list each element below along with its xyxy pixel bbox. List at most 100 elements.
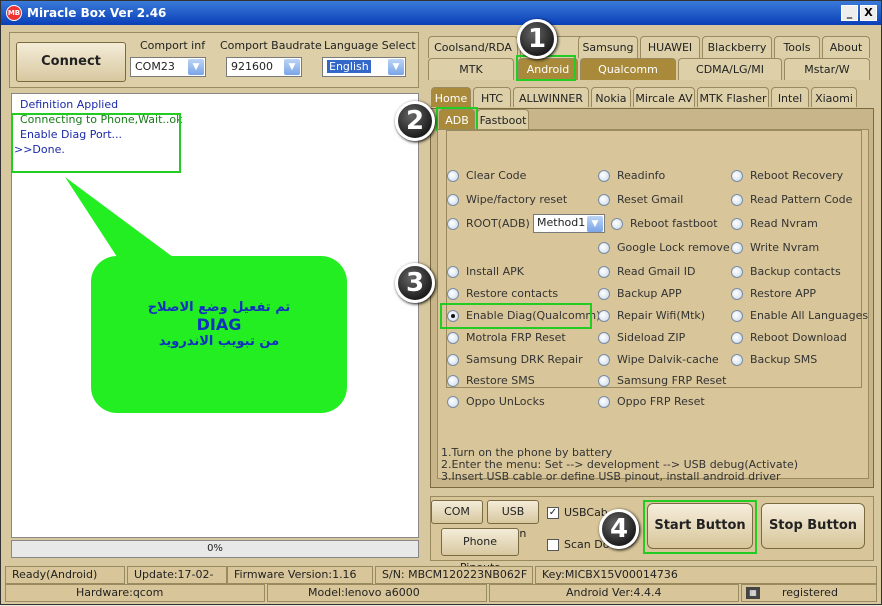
radio-icon — [598, 170, 610, 182]
tab-mtk[interactable]: MTK — [428, 58, 514, 80]
option-label: Repair Wifi(Mtk) — [617, 309, 706, 322]
tab-tools[interactable]: Tools — [774, 36, 820, 58]
status-hardware: Hardware:qcom — [5, 584, 265, 602]
option-enable-languages[interactable]: Enable All Languages — [731, 309, 868, 322]
radio-icon — [731, 266, 743, 278]
option-label: ROOT(ADB) — [466, 217, 530, 230]
status-state: Ready(Android) — [5, 566, 125, 584]
radio-icon — [447, 266, 459, 278]
usb-cable-checkbox[interactable]: ✓ — [547, 507, 559, 519]
option-backup-app[interactable]: Backup APP — [598, 287, 682, 300]
option-samsung-frp[interactable]: Samsung FRP Reset — [598, 374, 726, 387]
radio-icon — [731, 354, 743, 366]
option-wipe-factory[interactable]: Wipe/factory reset — [447, 193, 567, 206]
tab-allwinner[interactable]: ALLWINNER — [513, 87, 589, 107]
callout-line1: تم تفعيل وضع الاصلاح — [147, 300, 291, 315]
option-clear-code[interactable]: Clear Code — [447, 169, 526, 182]
tab-blackberry[interactable]: Blackberry — [702, 36, 772, 58]
radio-icon — [447, 288, 459, 300]
option-label: Reboot Recovery — [750, 169, 844, 182]
radio-icon — [598, 266, 610, 278]
tab-mstar[interactable]: Mstar/W — [784, 58, 870, 80]
option-label: Backup contacts — [750, 265, 841, 278]
radio-icon — [611, 218, 623, 230]
radio-icon — [447, 396, 459, 408]
option-google-lock[interactable]: Google Lock remove — [598, 241, 730, 254]
radio-icon — [447, 218, 459, 230]
option-root-adb[interactable]: ROOT(ADB) — [447, 217, 530, 230]
tab-mtk-flasher[interactable]: MTK Flasher — [697, 87, 769, 107]
radio-icon — [731, 218, 743, 230]
scan-checkbox[interactable] — [547, 539, 559, 551]
option-label: Backup APP — [617, 287, 682, 300]
option-restore-app[interactable]: Restore APP — [731, 287, 816, 300]
option-label: Restore APP — [750, 287, 817, 300]
option-samsung-drk[interactable]: Samsung DRK Repair — [447, 353, 583, 366]
phone-pinouts-button[interactable]: Phone Pinouts — [441, 528, 519, 574]
tab-xiaomi[interactable]: Xiaomi — [811, 87, 857, 107]
option-read-gmail-id[interactable]: Read Gmail ID — [598, 265, 695, 278]
option-label: Wipe/factory reset — [466, 193, 568, 206]
tab-miracle-av[interactable]: Mircale AV — [633, 87, 695, 107]
usb-cable-label: USBCab — [564, 506, 608, 519]
radio-icon — [598, 332, 610, 344]
option-label: Read Gmail ID — [617, 265, 696, 278]
option-label: Enable All Languages — [750, 309, 869, 322]
option-label: Google Lock remove — [617, 241, 730, 254]
option-label: Samsung FRP Reset — [617, 374, 727, 387]
bottom-controls: COM Scan USB Scan ✓ USBCab Phone Pinouts… — [430, 496, 874, 574]
option-reset-gmail[interactable]: Reset Gmail — [598, 193, 683, 206]
option-label: Read Nvram — [750, 217, 818, 230]
option-reboot-recovery[interactable]: Reboot Recovery — [731, 169, 843, 182]
tab-qualcomm[interactable]: Qualcomm — [580, 58, 676, 80]
stop-button[interactable]: Stop Button — [761, 503, 865, 549]
tab-samsung[interactable]: Samsung — [578, 36, 638, 58]
option-read-nvram[interactable]: Read Nvram — [731, 217, 818, 230]
tab-intel[interactable]: Intel — [771, 87, 809, 107]
option-sideload-zip[interactable]: Sideload ZIP — [598, 331, 685, 344]
tab-nokia[interactable]: Nokia — [591, 87, 631, 107]
option-label: Readinfo — [617, 169, 666, 182]
usb-scan-button[interactable]: USB Scan — [487, 500, 539, 540]
option-motorola-frp[interactable]: Motrola FRP Reset — [447, 331, 566, 344]
option-wipe-dalvik[interactable]: Wipe Dalvik-cache — [598, 353, 719, 366]
option-repair-wifi[interactable]: Repair Wifi(Mtk) — [598, 309, 705, 322]
callout-bubble: تم تفعيل وضع الاصلاح DIAG من تبويب الاند… — [91, 256, 347, 413]
status-android: Android Ver:4.4.4 — [489, 584, 739, 602]
option-restore-sms[interactable]: Restore SMS — [447, 374, 535, 387]
step-3-badge: 3 — [395, 263, 435, 303]
radio-icon — [598, 375, 610, 387]
tab-home[interactable]: Home — [431, 87, 471, 107]
option-label: Restore SMS — [466, 374, 535, 387]
option-label: Reset Gmail — [617, 193, 684, 206]
status-model: Model:lenovo a6000 — [267, 584, 487, 602]
option-read-pattern[interactable]: Read Pattern Code — [731, 193, 852, 206]
option-oppo-unlocks[interactable]: Oppo UnLocks — [447, 395, 545, 408]
option-reboot-fastboot[interactable]: Reboot fastboot — [611, 217, 718, 230]
tab-htc[interactable]: HTC — [473, 87, 511, 107]
status-firmware: Firmware Version:1.16 — [227, 566, 373, 584]
instruction-line: 3.Insert USB cable or define USB pinout,… — [441, 470, 781, 483]
option-backup-contacts[interactable]: Backup contacts — [731, 265, 841, 278]
option-label: Read Pattern Code — [750, 193, 853, 206]
status-sn: S/N: MBCM120223NB062F — [375, 566, 533, 584]
option-backup-sms[interactable]: Backup SMS — [731, 353, 817, 366]
method-select[interactable]: Method1 ▼ — [533, 214, 605, 233]
option-install-apk[interactable]: Install APK — [447, 265, 524, 278]
status-registered: ▦ registered — [741, 584, 877, 602]
radio-icon — [447, 375, 459, 387]
tab-cdma[interactable]: CDMA/LG/MI — [678, 58, 782, 80]
com-scan-button[interactable]: COM Scan — [431, 500, 483, 540]
option-reboot-download[interactable]: Reboot Download — [731, 331, 847, 344]
option-readinfo[interactable]: Readinfo — [598, 169, 665, 182]
tab-coolsand[interactable]: Coolsand/RDA — [428, 36, 518, 58]
right-panel: Coolsand/RDA Samsung HUAWEI Blackberry T… — [424, 28, 879, 574]
tab-fastboot[interactable]: Fastboot — [477, 109, 529, 129]
tab-huawei[interactable]: HUAWEI — [640, 36, 700, 58]
radio-icon — [731, 288, 743, 300]
option-restore-contacts[interactable]: Restore contacts — [447, 287, 558, 300]
radio-icon — [731, 194, 743, 206]
option-write-nvram[interactable]: Write Nvram — [731, 241, 819, 254]
option-oppo-frp[interactable]: Oppo FRP Reset — [598, 395, 705, 408]
tab-about[interactable]: About — [822, 36, 870, 58]
